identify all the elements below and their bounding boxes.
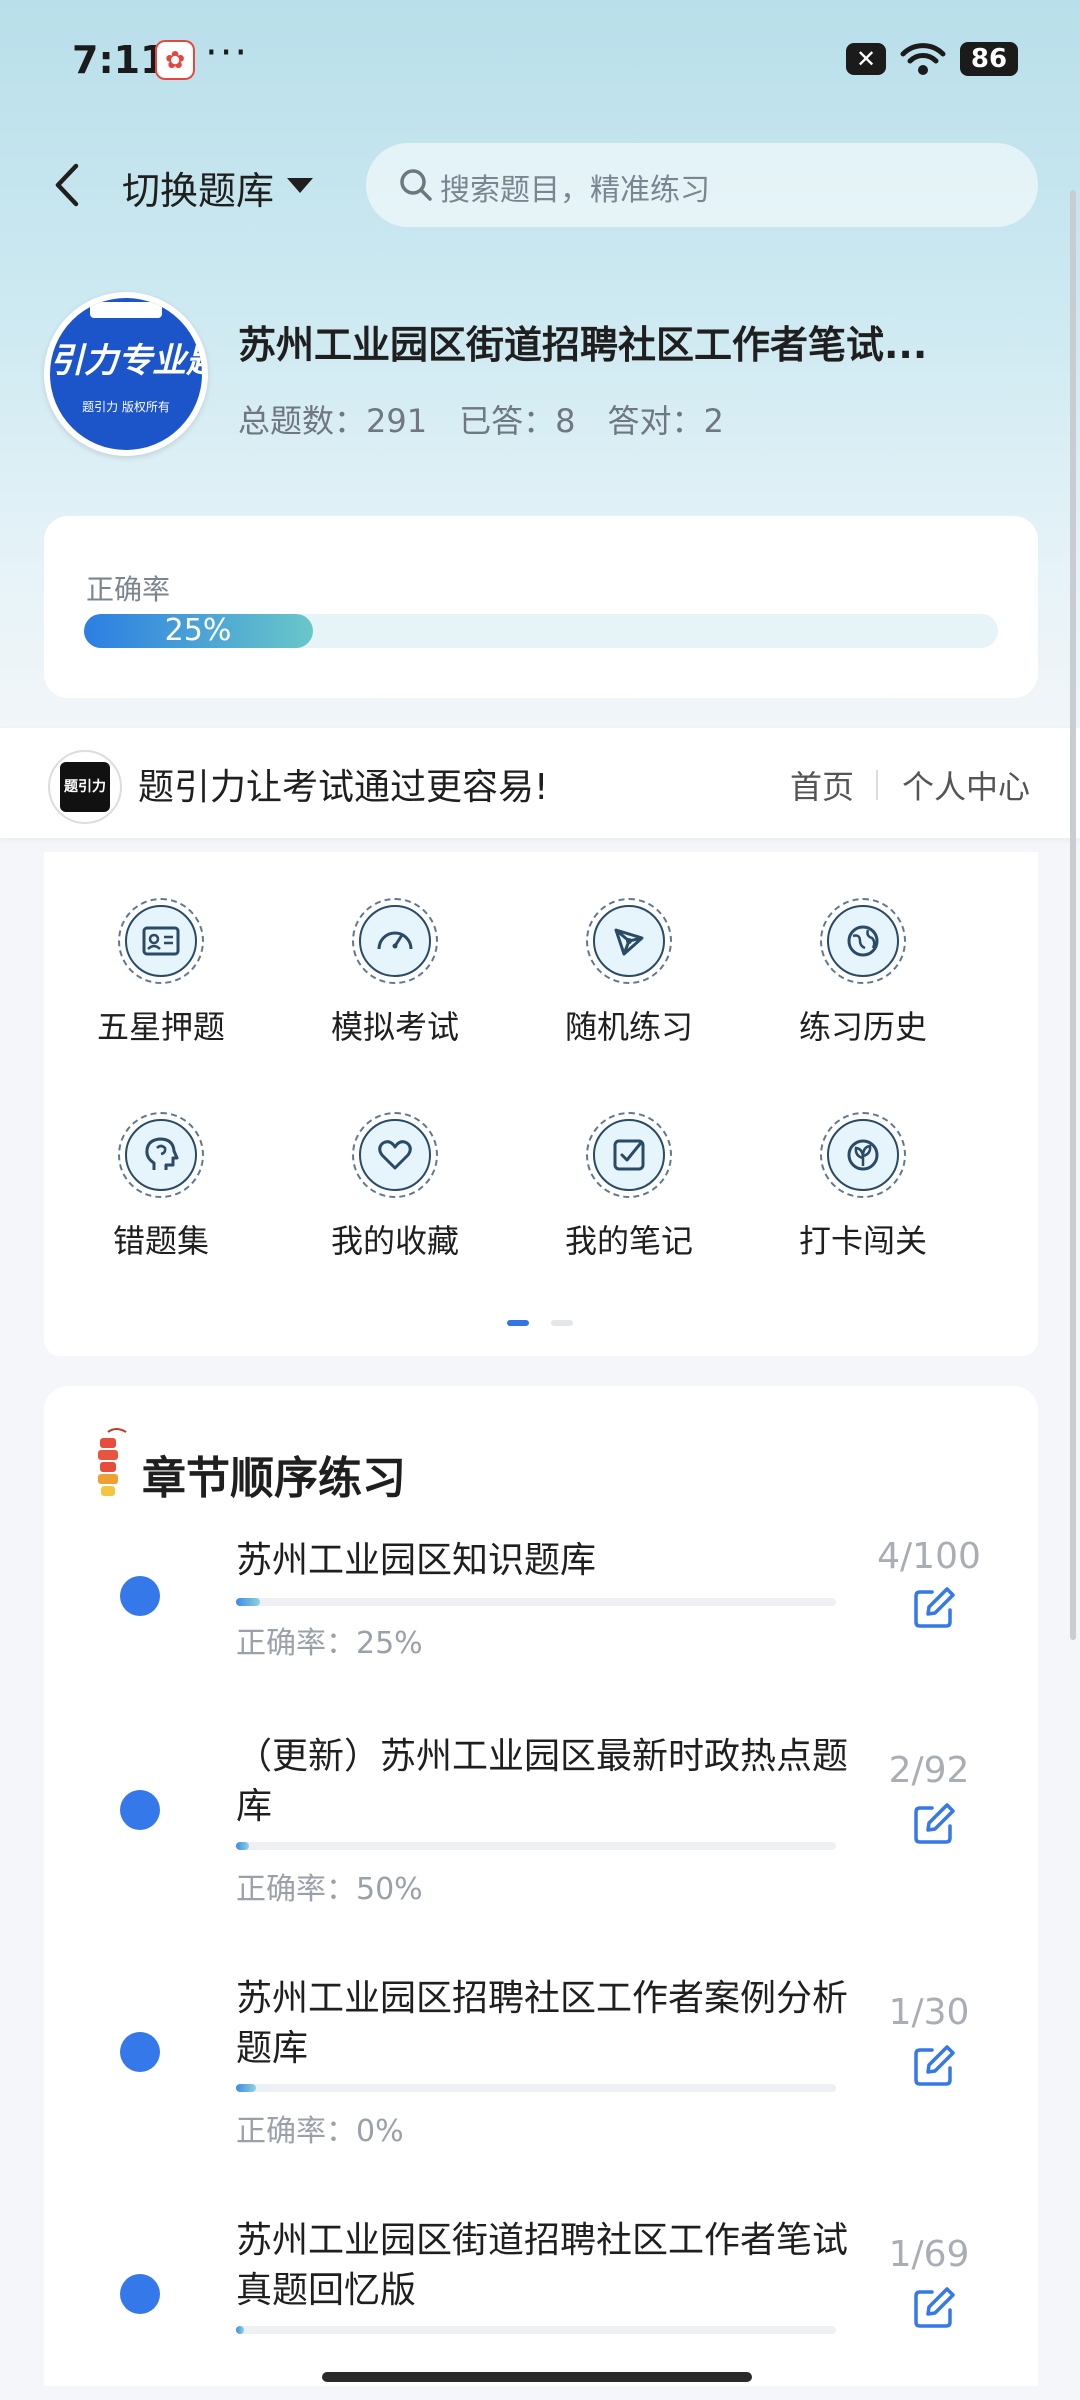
grid-label: 我的收藏	[330, 1222, 459, 1260]
chapter-progress-fill	[236, 1842, 250, 1850]
chapter-count: 1/30	[888, 1992, 970, 2033]
chapter-count: 2/92	[888, 1750, 970, 1791]
scrollbar[interactable]	[1070, 190, 1076, 1640]
grid-label: 五星押题	[96, 1008, 225, 1046]
close-box-icon: ✕	[846, 43, 886, 75]
grid-item-wrong-questions[interactable]: 错题集	[44, 1066, 278, 1260]
nav-personal-center-link[interactable]: 个人中心	[902, 762, 1030, 808]
accuracy-card: 正确率 25%	[44, 516, 1038, 698]
brand-slogan: 题引力让考试通过更容易!	[138, 767, 549, 808]
chapter-progress-fill	[236, 2084, 256, 2092]
note-check-icon	[586, 1112, 672, 1198]
brand-bar: 题引力 题引力让考试通过更容易! 首页 个人中心	[0, 728, 1080, 838]
bank-logo-text: 引力专业题	[50, 341, 202, 381]
bank-logo-subtext: 题引力 版权所有	[82, 400, 170, 414]
switch-bank-button[interactable]: 切换题库	[122, 160, 274, 215]
chapter-progress-fill	[236, 1598, 260, 1606]
chapter-item[interactable]: 苏州工业园区街道招聘社区工作者笔试真题回忆版 1/69	[44, 2216, 1038, 2386]
total-questions: 总题数：291	[238, 402, 428, 440]
heart-icon	[352, 1112, 438, 1198]
grid-item-random-practice[interactable]: 随机练习	[512, 852, 746, 1046]
network-icon	[586, 898, 672, 984]
home-indicator[interactable]	[322, 2372, 752, 2382]
chapter-count: 1/69	[888, 2234, 970, 2275]
accuracy-label: 正确率	[86, 573, 171, 606]
chapter-dot	[120, 1790, 160, 1830]
grid-item-check-in[interactable]: 打卡闯关	[746, 1066, 980, 1260]
edit-icon[interactable]	[912, 2286, 956, 2330]
nav-divider	[876, 770, 878, 800]
chapter-name: 苏州工业园区街道招聘社区工作者笔试真题回忆版	[236, 2220, 849, 2311]
grid-label: 我的笔记	[564, 1222, 693, 1260]
back-arrow-icon[interactable]	[48, 158, 88, 212]
grid-item-five-star[interactable]: 五星押题	[44, 852, 278, 1046]
caret-down-icon[interactable]	[287, 178, 313, 193]
plant-icon	[820, 1112, 906, 1198]
grid-label: 练习历史	[798, 1008, 927, 1046]
firecracker-icon	[98, 1428, 127, 1496]
bank-stats: 总题数：291 已答：8 答对：2	[238, 396, 756, 442]
chapter-dot	[120, 2032, 160, 2072]
edit-icon[interactable]	[912, 2044, 956, 2088]
grid-item-notes[interactable]: 我的笔记	[512, 1066, 746, 1260]
nav-home-link[interactable]: 首页	[790, 762, 854, 808]
status-time: 7:11	[72, 38, 167, 82]
grid-label: 模拟考试	[330, 1008, 459, 1046]
chapter-name: 苏州工业园区招聘社区工作者案例分析题库	[236, 1978, 849, 2069]
chapter-progress-track	[236, 1598, 836, 1606]
accuracy-value: 25%	[164, 613, 232, 648]
answered-count: 已答：8	[459, 402, 576, 440]
grid-item-history[interactable]: 练习历史	[746, 852, 980, 1046]
chapter-progress-track	[236, 2326, 836, 2334]
bank-title: 苏州工业园区街道招聘社区工作者笔试...	[238, 323, 928, 367]
app-notification-icon: ✿	[155, 40, 195, 80]
chapter-dot	[120, 1576, 160, 1616]
head-icon	[118, 1112, 204, 1198]
chapter-section-title: 章节顺序练习	[142, 1453, 406, 1504]
page-dot[interactable]	[551, 1320, 573, 1326]
grid-item-favorites[interactable]: 我的收藏	[278, 1066, 512, 1260]
brand-logo-text: 题引力	[60, 762, 110, 812]
battery-icon: 86	[960, 42, 1018, 76]
id-card-icon	[118, 898, 204, 984]
chapter-accuracy: 正确率：0%	[236, 2114, 404, 2149]
chapter-name: （更新）苏州工业园区最新时政热点题库	[236, 1736, 849, 1827]
search-placeholder: 搜索题目，精准练习	[440, 173, 710, 208]
globe-icon	[820, 898, 906, 984]
chapter-accuracy: 正确率：25%	[236, 1626, 423, 1661]
chapter-name: 苏州工业园区知识题库	[236, 1540, 597, 1581]
chapter-item[interactable]: 苏州工业园区招聘社区工作者案例分析题库 正确率：0% 1/30	[44, 1974, 1038, 2204]
chapter-progress-track	[236, 1842, 836, 1850]
brand-logo: 题引力	[48, 750, 122, 824]
more-notifications-icon: ···	[205, 30, 250, 76]
page-dot-active[interactable]	[507, 1320, 529, 1326]
chapter-count: 4/100	[877, 1536, 981, 1577]
edit-icon[interactable]	[912, 1586, 956, 1630]
grid-label: 错题集	[112, 1222, 209, 1260]
wifi-icon	[900, 43, 946, 75]
bank-logo[interactable]: 引力专业题 题引力 版权所有	[44, 292, 208, 456]
correct-count: 答对：2	[607, 402, 724, 440]
chapter-accuracy: 正确率：50%	[236, 1872, 423, 1907]
edit-icon[interactable]	[912, 1802, 956, 1846]
function-grid: 五星押题 模拟考试 随机练习 练习历史 错题集 我的收藏 我的笔记 打卡闯关	[44, 852, 1038, 1356]
chapter-progress-fill	[236, 2326, 245, 2334]
chapter-progress-track	[236, 2084, 836, 2092]
search-icon	[400, 169, 432, 201]
accuracy-progress-track: 25%	[84, 614, 998, 648]
chapter-dot	[120, 2274, 160, 2314]
gauge-icon	[352, 898, 438, 984]
grid-label: 打卡闯关	[798, 1222, 927, 1260]
top-header: 切换题库 搜索题目，精准练习	[0, 140, 1080, 230]
grid-label: 随机练习	[564, 1008, 693, 1046]
status-bar: 7:11 ✿ ··· ✕ 86	[0, 0, 1080, 125]
chapter-practice-card: 章节顺序练习 苏州工业园区知识题库 正确率：25% 4/100 （更新）苏州工业…	[44, 1386, 1038, 2386]
chapter-item[interactable]: （更新）苏州工业园区最新时政热点题库 正确率：50% 2/92	[44, 1732, 1038, 1962]
grid-item-mock-exam[interactable]: 模拟考试	[278, 852, 512, 1046]
search-input[interactable]: 搜索题目，精准练习	[366, 143, 1038, 227]
